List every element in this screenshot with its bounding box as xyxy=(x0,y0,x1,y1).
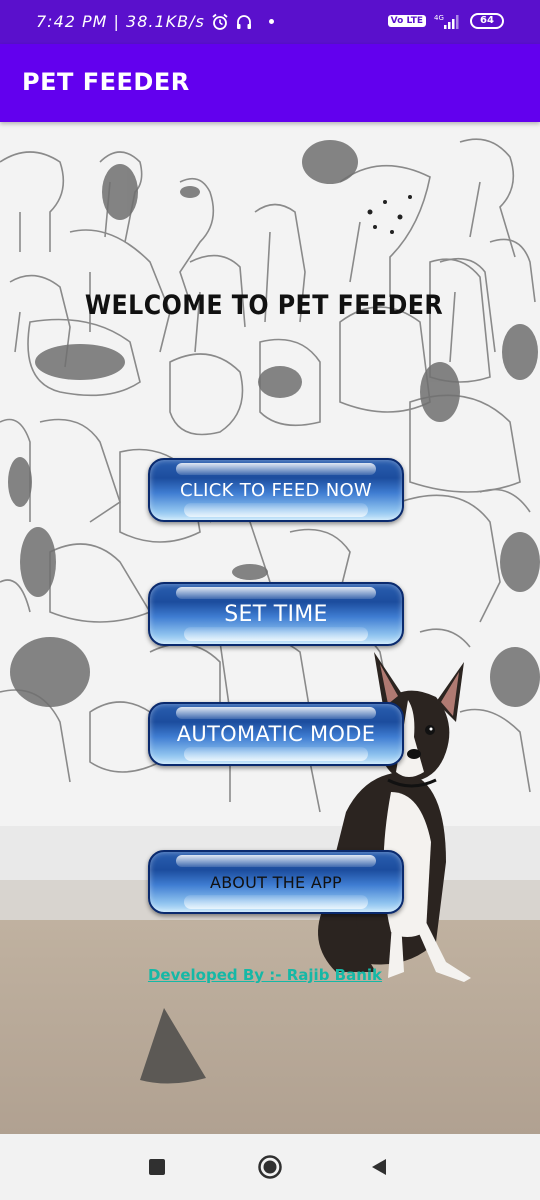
headphones-icon xyxy=(236,14,251,29)
signal-type: 4G xyxy=(434,14,444,22)
status-right: Vo LTE 4G 64 xyxy=(387,12,504,30)
about-app-label: ABOUT THE APP xyxy=(210,872,342,892)
welcome-heading: WELCOME TO PET FEEDER xyxy=(84,290,444,321)
feed-now-label: CLICK TO FEED NOW xyxy=(179,479,373,501)
home-icon[interactable] xyxy=(257,1154,283,1180)
app-screen: 7:42 PM | 38.1KB/s Vo LTE 4G 64 PET FEED… xyxy=(0,0,540,1200)
dog-photo xyxy=(318,652,471,982)
developer-credit-link[interactable]: Developed By :- Rajib Banik xyxy=(0,966,540,984)
alarm-icon xyxy=(212,13,228,30)
app-bar: PET FEEDER xyxy=(0,44,540,122)
automatic-mode-button[interactable]: AUTOMATIC MODE xyxy=(148,702,404,766)
main-content: WELCOME TO PET FEEDER CLICK TO FEED NOW … xyxy=(0,122,540,1134)
status-left: 7:42 PM | 38.1KB/s xyxy=(36,12,274,31)
set-time-button[interactable]: SET TIME xyxy=(148,582,404,646)
automatic-mode-label: AUTOMATIC MODE xyxy=(176,722,376,746)
status-time-speed: 7:42 PM | 38.1KB/s xyxy=(36,12,205,31)
app-title: PET FEEDER xyxy=(22,68,190,96)
system-nav-bar xyxy=(0,1134,540,1200)
recents-icon[interactable] xyxy=(149,1159,165,1175)
notification-dot-icon xyxy=(268,19,274,24)
back-icon[interactable] xyxy=(370,1158,388,1176)
feed-now-button[interactable]: CLICK TO FEED NOW xyxy=(148,458,404,522)
battery-level: 64 xyxy=(480,15,494,26)
battery-icon: 64 xyxy=(470,13,504,29)
signal-icon: 4G xyxy=(434,14,459,29)
set-time-label: SET TIME xyxy=(224,601,328,627)
about-app-button[interactable]: ABOUT THE APP xyxy=(148,850,404,914)
volte-badge: Vo LTE xyxy=(387,15,426,27)
status-bar: 7:42 PM | 38.1KB/s Vo LTE 4G 64 xyxy=(0,0,540,44)
